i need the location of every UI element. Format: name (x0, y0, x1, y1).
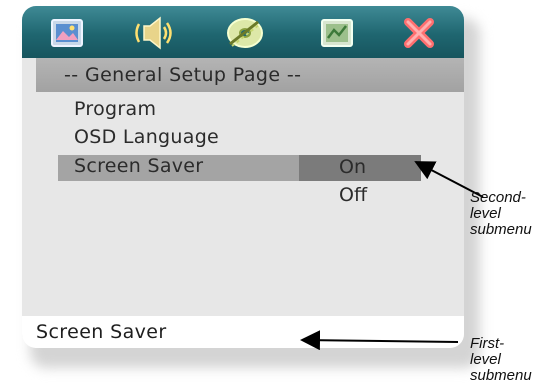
submenu-option-on[interactable]: On (299, 155, 421, 181)
option-label: Off (339, 184, 368, 206)
disc-icon (227, 18, 263, 48)
setup-menu-panel: -- General Setup Page -- Program OSD Lan… (22, 6, 464, 348)
menu-item-osd-language[interactable]: OSD Language (74, 126, 219, 148)
status-bar: Screen Saver (22, 316, 464, 348)
second-level-callout: Second- level submenu (470, 189, 532, 238)
menu-item-screen-saver[interactable]: Screen Saver (58, 155, 299, 181)
page-title-bar: -- General Setup Page -- (36, 58, 464, 92)
close-icon (404, 18, 434, 48)
icon-tab-bar (22, 6, 464, 58)
menu-item-program[interactable]: Program (74, 98, 156, 120)
audio-tab[interactable] (130, 14, 176, 52)
preferences-icon (321, 19, 353, 47)
page-title: -- General Setup Page -- (64, 64, 302, 86)
status-text: Screen Saver (36, 321, 167, 343)
preferences-tab[interactable] (314, 14, 360, 52)
speaker-icon (135, 16, 172, 50)
exit-tab[interactable] (396, 14, 442, 52)
picture-tab[interactable] (44, 14, 90, 52)
option-label: On (339, 156, 366, 178)
submenu-option-off[interactable]: Off (299, 183, 421, 209)
first-level-callout: First- level submenu (470, 335, 532, 384)
menu-item-label: Screen Saver (74, 155, 204, 177)
disc-tab[interactable] (222, 14, 268, 52)
picture-icon (51, 19, 83, 47)
